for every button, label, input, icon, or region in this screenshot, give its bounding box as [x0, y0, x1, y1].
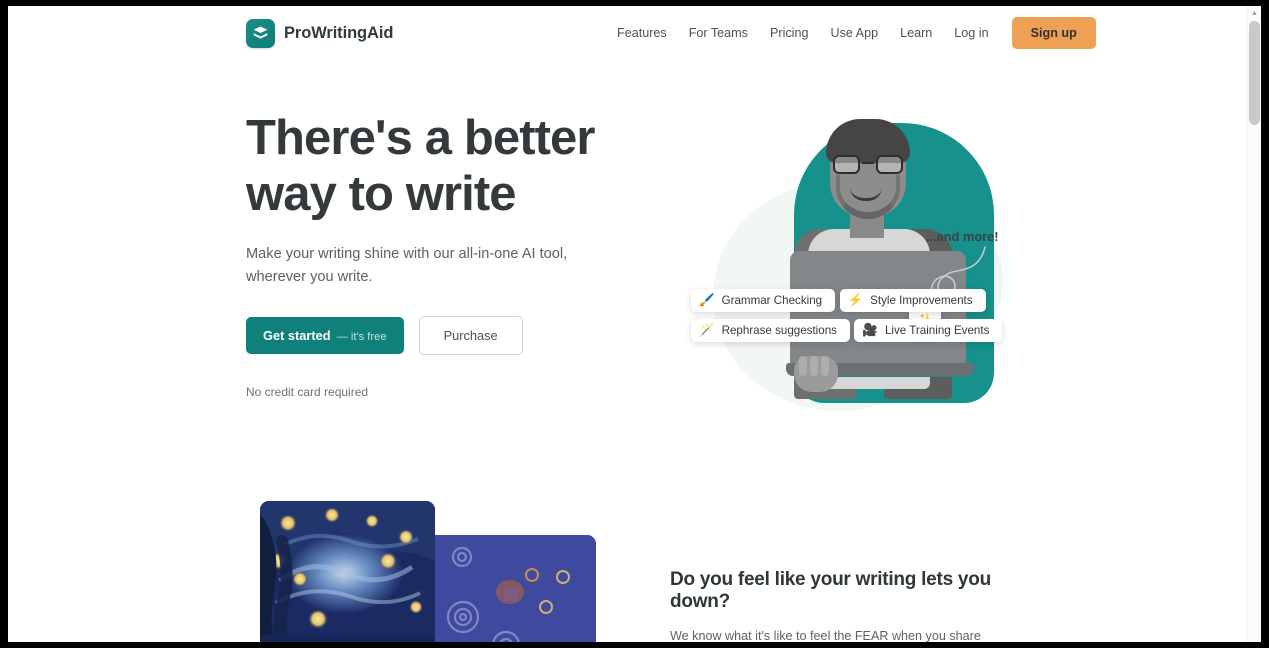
feature-chip-style-improvements[interactable]: ⚡ Style Improvements — [839, 289, 986, 312]
section-two-body: We know what it's like to feel the FEAR … — [670, 629, 981, 642]
nav-item-log-in[interactable]: Log in — [943, 17, 999, 49]
web-page: ProWritingAid Features For Teams Pricing… — [8, 6, 1246, 642]
feature-chip-label: Grammar Checking — [721, 294, 823, 307]
section-two-copy: Do you feel like your writing lets you d… — [670, 569, 1015, 642]
main-navigation: Features For Teams Pricing Use App Learn… — [606, 17, 1096, 49]
get-started-sublabel: — it's free — [336, 331, 387, 343]
feature-chip-grammar-checking[interactable]: 🖌️ Grammar Checking — [691, 289, 836, 312]
feature-chip-list: 🖌️ Grammar Checking ⚡ Style Improvements… — [691, 289, 1038, 349]
paintbrush-icon: 🖌️ — [699, 293, 715, 308]
hero-section: There's a better way to write Make your … — [8, 63, 1246, 483]
nav-item-pricing[interactable]: Pricing — [759, 17, 820, 49]
purchase-button[interactable]: Purchase — [418, 316, 523, 355]
book-logo-icon — [246, 19, 275, 48]
no-credit-card-note: No credit card required — [246, 385, 369, 399]
feature-chip-rephrase-suggestions[interactable]: 🪄 Rephrase suggestions — [691, 319, 850, 342]
vertical-scrollbar[interactable]: ▲ — [1246, 6, 1261, 642]
nav-item-use-app[interactable]: Use App — [819, 17, 889, 49]
person-hand — [794, 356, 838, 392]
starry-night-panel — [260, 501, 435, 642]
hero-title: There's a better way to write — [246, 110, 646, 222]
get-started-button[interactable]: Get started — it's free — [246, 317, 404, 354]
hero-illustration: ...and more! ✨ 🖌️ Grammar Checking ⚡ Sty… — [668, 111, 1038, 461]
hero-title-line-2: way to write — [246, 167, 517, 221]
lightning-bolt-icon: ⚡ — [847, 293, 864, 308]
hero-subtitle: Make your writing shine with our all-in-… — [246, 246, 568, 285]
sign-up-button[interactable]: Sign up — [1011, 17, 1096, 49]
nav-item-features[interactable]: Features — [606, 17, 678, 49]
brand-name: ProWritingAid — [284, 24, 394, 42]
hero-actions: Get started — it's free Purchase — [246, 316, 646, 355]
hero-title-line-1: There's a better — [246, 111, 595, 165]
and-more-callout: ...and more! — [926, 229, 999, 244]
browser-viewport: ProWritingAid Features For Teams Pricing… — [8, 6, 1261, 642]
feature-chip-label: Style Improvements — [870, 294, 973, 307]
comparison-art-panels: My idea in my head — [256, 501, 601, 642]
feature-chip-label: Live Training Events — [884, 324, 990, 337]
magic-wand-icon: 🪄 — [699, 323, 715, 338]
get-started-label: Get started — [263, 328, 331, 343]
scrollbar-thumb[interactable] — [1249, 21, 1260, 125]
scrollbar-up-arrow[interactable]: ▲ — [1247, 6, 1261, 20]
video-camera-icon: 🎥 — [862, 323, 878, 338]
brand-logo[interactable]: ProWritingAid — [246, 19, 393, 48]
nav-item-learn[interactable]: Learn — [889, 17, 943, 49]
browser-window: ProWritingAid Features For Teams Pricing… — [0, 0, 1269, 648]
hero-copy: There's a better way to write Make your … — [246, 110, 646, 399]
writing-lets-you-down-section: My idea in my head Do you feel like your… — [8, 483, 1246, 642]
feature-chip-label: Rephrase suggestions — [721, 324, 837, 337]
section-two-title: Do you feel like your writing lets you d… — [670, 569, 991, 612]
person-glasses-icon — [833, 155, 903, 174]
flat-idea-panel — [408, 535, 596, 642]
site-header: ProWritingAid Features For Teams Pricing… — [8, 6, 1246, 63]
nav-item-for-teams[interactable]: For Teams — [678, 17, 759, 49]
feature-chip-live-training-events[interactable]: 🎥 Live Training Events — [854, 319, 1003, 342]
